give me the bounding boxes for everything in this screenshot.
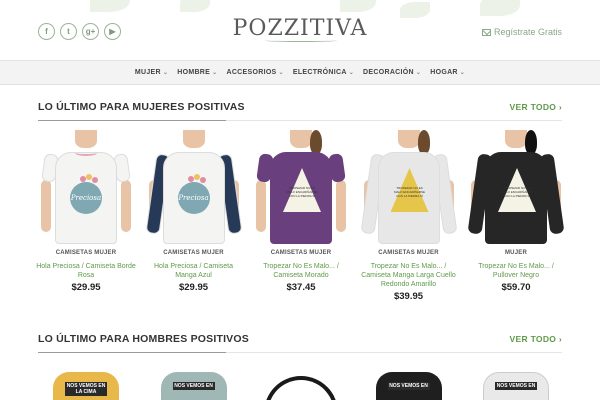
section-title: LO ÚLTIMO PARA MUJERES POSITIVAS (38, 101, 245, 113)
men-products: NOS VEMOS EN LA CIMA NOS VEMOS EN NOS VEMO… (35, 362, 567, 400)
product-card[interactable] (250, 362, 352, 400)
product-name[interactable]: Tropezar No Es Malo... / Camiseta Morado (250, 262, 352, 280)
product-image[interactable]: TROPEZAR NO ES MALO ENCARIÑARSE CON LA P… (358, 130, 460, 248)
title-underline (38, 120, 226, 121)
product-card[interactable]: Preciosa CAMISETAS MUJER Hola Preciosa / C… (143, 130, 245, 302)
nav-item-hombre[interactable]: HOMBRE ⌄ (177, 69, 217, 76)
product-card[interactable]: TROPEZAR NO ES MALO ENCARIÑARSE CON LA P… (358, 130, 460, 302)
chevron-right-icon: › (558, 334, 562, 344)
mail-icon (481, 28, 491, 36)
product-card[interactable]: Preciosa CAMISETAS MUJER Hola Preciosa / C… (35, 130, 137, 302)
product-image[interactable]: NOS VEMOS EN (358, 362, 460, 400)
product-category: CAMISETAS MUJER (55, 250, 117, 256)
product-image[interactable]: TROPEZAR NO ES MALO ENCARIÑARSE CON LA P… (465, 130, 567, 248)
nav-item-electronica[interactable]: ELECTRÓNICA ⌄ (293, 69, 354, 76)
product-image[interactable]: Preciosa (143, 130, 245, 248)
logo-underline (265, 39, 337, 42)
leaf-decoration (340, 0, 376, 12)
nav-item-mujer[interactable]: MUJER ⌄ (135, 69, 168, 76)
product-image[interactable]: TROPEZAR NO ES MALO ENCARIÑARSE CON LA P… (250, 130, 352, 248)
product-price: $29.95 (71, 282, 101, 293)
product-price: $37.45 (286, 282, 316, 293)
chevron-down-icon: ⌄ (162, 70, 169, 76)
see-all-link[interactable]: VER TODO › (510, 334, 562, 344)
product-card[interactable]: NOS VEMOS EN (358, 362, 460, 400)
page: f t g+ ▶ POZZITIVA Regístrate Gratis MUJ… (0, 0, 600, 400)
title-underline (38, 352, 226, 353)
section-header-men: LO ÚLTIMO PARA HOMBRES POSITIVOS VER TOD… (38, 331, 562, 353)
signup-label: Regístrate Gratis (493, 27, 562, 37)
product-category: CAMISETAS MUJER (378, 250, 439, 256)
shirt-print: NOS VEMOS EN (172, 382, 215, 390)
leaf-decoration (180, 0, 210, 12)
chevron-down-icon: ⌄ (415, 70, 422, 76)
product-card[interactable]: NOS VEMOS EN LA CIMA (35, 362, 137, 400)
shirt-print-text: TROPEZAR NO ES MALO ENCARIÑARSE CON LA P… (501, 186, 533, 198)
product-price: $29.95 (178, 282, 209, 293)
see-all-link[interactable]: VER TODO › (510, 102, 562, 112)
product-category: CAMISETAS MUJER (163, 250, 224, 256)
women-products: Preciosa CAMISETAS MUJER Hola Preciosa / C… (35, 130, 567, 302)
product-image[interactable]: NOS VEMOS EN LA CIMA (35, 362, 137, 400)
section-header-women: LO ÚLTIMO PARA MUJERES POSITIVAS VER TOD… (38, 99, 562, 121)
product-name[interactable]: Hola Preciosa / Camiseta Borde Rosa (35, 262, 137, 280)
product-name[interactable]: Tropezar No Es Malo... / Pullover Negro (465, 262, 567, 280)
leaf-decoration (480, 0, 520, 16)
product-category: CAMISETAS MUJER (270, 250, 332, 256)
product-price: $59.70 (501, 282, 531, 293)
product-image[interactable]: Preciosa (35, 130, 137, 248)
chevron-right-icon: › (558, 102, 562, 112)
product-card[interactable]: NOS VEMOS EN (465, 362, 567, 400)
header: f t g+ ▶ POZZITIVA Regístrate Gratis (0, 0, 600, 60)
chevron-down-icon: ⌄ (348, 70, 355, 76)
chevron-down-icon: ⌄ (278, 70, 284, 76)
chevron-down-icon: ⌄ (212, 70, 218, 76)
shirt-print: Preciosa (70, 182, 102, 214)
product-name[interactable]: Tropezar No Es Malo... / Camiseta Manga … (358, 262, 460, 289)
nav-item-accesorios[interactable]: ACCESORIOS ⌄ (226, 69, 283, 76)
main-nav: MUJER ⌄ HOMBRE ⌄ ACCESORIOS ⌄ ELECTRÓNICA ⌄ … (0, 60, 600, 85)
signup-link[interactable]: Regístrate Gratis (481, 27, 562, 37)
product-card[interactable]: TROPEZAR NO ES MALO ENCARIÑARSE CON LA P… (465, 130, 567, 302)
product-image[interactable]: NOS VEMOS EN (143, 362, 245, 400)
product-name[interactable]: Hola Preciosa / Camiseta Manga Azul (143, 262, 245, 280)
leaf-decoration (90, 0, 130, 12)
product-card[interactable]: NOS VEMOS EN (143, 362, 245, 400)
shirt-print: NOS VEMOS EN (495, 382, 537, 390)
shirt-print-text: TROPEZAR NO ES MALO ENCARIÑARSE CON LA P… (393, 186, 425, 198)
nav-item-hogar[interactable]: HOGAR ⌄ (430, 69, 465, 76)
shirt-print-text: TROPEZAR NO ES MALO ENCARIÑARSE CON LA P… (286, 186, 318, 198)
product-image[interactable] (250, 362, 352, 400)
nav-item-decoracion[interactable]: DECORACIÓN ⌄ (363, 69, 421, 76)
product-image[interactable]: NOS VEMOS EN (465, 362, 567, 400)
product-category: MUJER (504, 250, 527, 256)
chevron-down-icon: ⌄ (459, 70, 466, 76)
product-card[interactable]: TROPEZAR NO ES MALO ENCARIÑARSE CON LA P… (250, 130, 352, 302)
section-title: LO ÚLTIMO PARA HOMBRES POSITIVOS (38, 333, 249, 345)
shirt-print: NOS VEMOS EN LA CIMA (65, 382, 107, 396)
shirt-print: Preciosa (177, 182, 210, 214)
shirt-print: NOS VEMOS EN (387, 382, 430, 390)
cap-image (264, 376, 338, 400)
product-price: $39.95 (393, 291, 424, 302)
